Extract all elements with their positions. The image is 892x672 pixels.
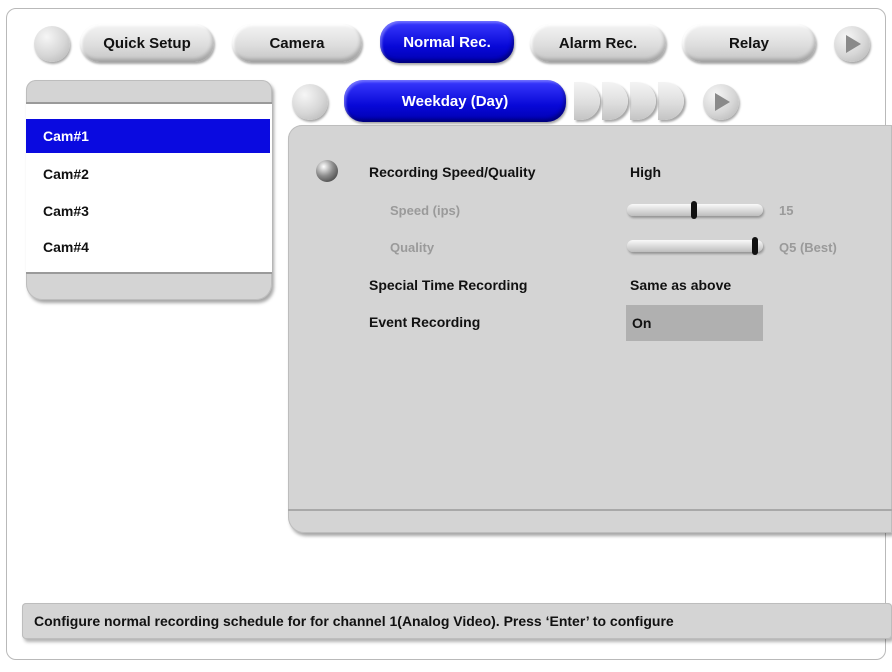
prev-menu-button[interactable] — [34, 26, 70, 62]
speed-slider-knob[interactable] — [691, 201, 697, 219]
event-recording-value-box[interactable]: On — [626, 305, 763, 341]
camera-item-cam3[interactable]: Cam#3 — [26, 194, 270, 228]
quality-slider-knob[interactable] — [752, 237, 758, 255]
speed-label: Speed (ips) — [390, 203, 461, 218]
camera-label: Cam#3 — [43, 203, 89, 219]
tab-quick-setup[interactable]: Quick Setup — [80, 24, 214, 62]
tab-camera[interactable]: Camera — [232, 24, 362, 62]
subtab-label: Weekday (Day) — [401, 92, 509, 110]
camera-item-cam4[interactable]: Cam#4 — [26, 230, 270, 264]
camera-label: Cam#2 — [43, 166, 89, 182]
tab-relay[interactable]: Relay — [682, 24, 816, 62]
prev-subtab-button[interactable] — [292, 84, 328, 120]
event-recording-label: Event Recording — [369, 314, 481, 330]
quality-label: Quality — [390, 240, 435, 255]
tab-weekday-day[interactable]: Weekday (Day) — [344, 80, 566, 122]
camera-item-cam1[interactable]: Cam#1 — [26, 119, 270, 153]
next-subtab-arrow-icon[interactable] — [703, 84, 739, 120]
special-time-recording-value[interactable]: Same as above — [630, 277, 731, 293]
tab-alarm-rec[interactable]: Alarm Rec. — [530, 24, 666, 62]
panel-divider — [288, 509, 892, 511]
tab-label: Relay — [728, 34, 770, 52]
camera-item-cam2[interactable]: Cam#2 — [26, 157, 270, 191]
tab-label: Camera — [269, 34, 325, 52]
speed-value: 15 — [779, 203, 794, 218]
tab-label: Quick Setup — [103, 34, 191, 52]
camera-label: Cam#1 — [43, 128, 89, 144]
quality-value: Q5 (Best) — [779, 240, 837, 255]
recording-speed-quality-label: Recording Speed/Quality — [369, 164, 536, 180]
speed-slider[interactable] — [627, 201, 763, 219]
tab-label: Alarm Rec. — [558, 34, 638, 52]
recording-speed-quality-value[interactable]: High — [630, 164, 661, 180]
event-recording-value: On — [632, 315, 652, 331]
status-text: Configure normal recording schedule for … — [34, 613, 674, 629]
tab-label: Normal Rec. — [403, 33, 491, 51]
camera-list: Cam#1 Cam#2 Cam#3 Cam#4 — [26, 102, 272, 274]
quality-slider[interactable] — [627, 237, 763, 255]
special-time-recording-label: Special Time Recording — [369, 277, 528, 293]
focus-indicator-icon — [316, 160, 338, 182]
tab-normal-rec[interactable]: Normal Rec. — [380, 21, 514, 63]
status-bar: Configure normal recording schedule for … — [22, 603, 892, 639]
camera-list-panel: Cam#1 Cam#2 Cam#3 Cam#4 — [26, 80, 272, 300]
next-menu-arrow-icon[interactable] — [834, 26, 870, 62]
camera-label: Cam#4 — [43, 239, 89, 255]
